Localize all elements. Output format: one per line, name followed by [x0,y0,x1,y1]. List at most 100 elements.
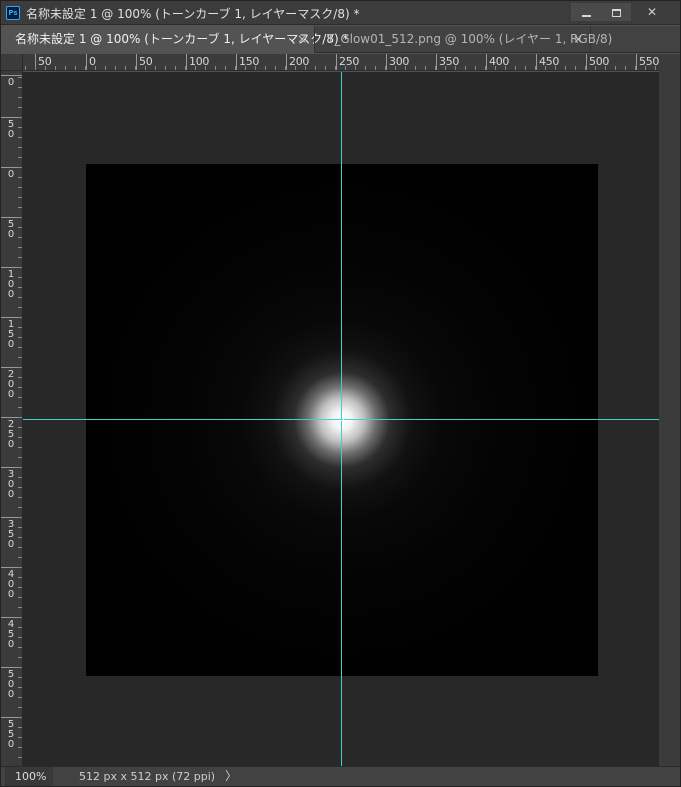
ruler-minor-tick [18,137,22,138]
ruler-minor-tick [18,97,22,98]
minimize-button[interactable] [571,3,601,21]
ruler-minor-tick [595,66,596,70]
ruler-tick-label: 550 [639,55,659,68]
vertical-ruler[interactable]: 0 5 0 0 5 0 1 0 0 1 5 0 2 0 0 2 5 0 3 0 0 3 5 0 4 … [1,71,23,766]
ruler-minor-tick [18,537,22,538]
ruler-tick-label: 5 0 [7,119,15,140]
ruler-minor-tick [18,147,22,148]
horizontal-ruler[interactable]: 50 0 50 100 150 200 250 300 350 400 450 500 550 [23,54,659,71]
ruler-tick-label: 4 0 0 [7,569,15,600]
pasteboard[interactable] [23,72,659,766]
ruler-tick-label: 2 5 0 [7,419,15,450]
ruler-minor-tick [18,437,22,438]
ruler-minor-tick [18,397,22,398]
ruler-major-tick [1,75,22,76]
ruler-minor-tick [18,187,22,188]
ruler-minor-tick [235,66,236,70]
ruler-minor-tick [18,467,22,468]
vertical-scrollbar[interactable] [659,54,680,766]
ruler-minor-tick [495,66,496,70]
ruler-tick-label: 3 0 0 [7,469,15,500]
ruler-minor-tick [18,717,22,718]
ruler-minor-tick [18,267,22,268]
ruler-origin-corner[interactable] [1,54,23,71]
ruler-minor-tick [485,66,486,70]
ruler-tick-label: 3 5 0 [7,519,15,550]
ruler-minor-tick [95,66,96,70]
ruler-major-tick [136,54,137,70]
ruler-minor-tick [225,66,226,70]
ruler-minor-tick [18,617,22,618]
tab-close-icon[interactable]: × [573,26,583,52]
ruler-minor-tick [18,277,22,278]
tab-close-icon[interactable]: × [297,26,307,52]
ruler-minor-tick [18,237,22,238]
ruler-tick-label: 5 0 [7,219,15,240]
ruler-minor-tick [555,66,556,70]
ruler-minor-tick [18,567,22,568]
ruler-minor-tick [565,66,566,70]
ruler-major-tick [636,54,637,70]
ruler-minor-tick [18,347,22,348]
ruler-minor-tick [18,677,22,678]
ruler-minor-tick [18,157,22,158]
ruler-tick-label: 0 [7,169,15,180]
ruler-minor-tick [325,66,326,70]
ruler-minor-tick [18,707,22,708]
ruler-minor-tick [18,757,22,758]
ruler-minor-tick [625,66,626,70]
ruler-major-tick [486,54,487,70]
ruler-tick-label: 2 0 0 [7,369,15,400]
ruler-tick-label: 400 [489,55,510,68]
status-bar: 100% 512 px x 512 px (72 ppi) 〉 [1,766,680,786]
ruler-minor-tick [435,66,436,70]
ruler-minor-tick [18,657,22,658]
ruler-minor-tick [275,66,276,70]
ruler-minor-tick [18,747,22,748]
close-icon: ✕ [646,5,658,19]
tab-untitled-1[interactable]: 名称未設定 1 @ 100% (トーンカーブ 1, レイヤーマスク/8) * × [1,26,348,53]
maximize-button[interactable] [601,3,631,21]
tab-label: T_Glow01_512.png @ 100% (レイヤー 1, RGB/8) [327,32,613,46]
ruler-minor-tick [18,627,22,628]
zoom-level-field[interactable]: 100% [5,767,53,786]
close-window-button[interactable]: ✕ [635,3,669,21]
ruler-minor-tick [18,257,22,258]
tab-t-glow01[interactable]: T_Glow01_512.png @ 100% (レイヤー 1, RGB/8) … [314,26,612,53]
ruler-minor-tick [335,66,336,70]
ruler-tick-label: 450 [539,55,560,68]
ruler-minor-tick [18,637,22,638]
ruler-tick-label: 5 5 0 [7,719,15,750]
ruler-minor-tick [18,87,22,88]
ruler-major-tick [86,54,87,70]
ruler-tick-label: 300 [389,55,410,68]
ruler-major-tick [586,54,587,70]
maximize-icon [611,8,621,17]
ruler-minor-tick [18,417,22,418]
ruler-minor-tick [18,337,22,338]
ruler-minor-tick [305,66,306,70]
ruler-minor-tick [285,66,286,70]
ruler-minor-tick [205,66,206,70]
ruler-minor-tick [18,447,22,448]
ruler-minor-tick [65,66,66,70]
ruler-minor-tick [18,667,22,668]
ruler-minor-tick [505,66,506,70]
ruler-minor-tick [18,497,22,498]
ruler-minor-tick [545,66,546,70]
ruler-minor-tick [18,107,22,108]
ruler-minor-tick [18,487,22,488]
ruler-minor-tick [18,557,22,558]
ruler-minor-tick [25,66,26,70]
ruler-minor-tick [18,367,22,368]
ruler-minor-tick [35,66,36,70]
ruler-minor-tick [365,66,366,70]
chevron-right-icon[interactable]: 〉 [225,767,237,786]
ruler-minor-tick [145,66,146,70]
ruler-minor-tick [18,127,22,128]
ruler-minor-tick [155,66,156,70]
ruler-minor-tick [165,66,166,70]
ruler-minor-tick [245,66,246,70]
title-bar[interactable]: Ps 名称未設定 1 @ 100% (トーンカーブ 1, レイヤーマスク/8) … [1,1,680,25]
ruler-minor-tick [135,66,136,70]
